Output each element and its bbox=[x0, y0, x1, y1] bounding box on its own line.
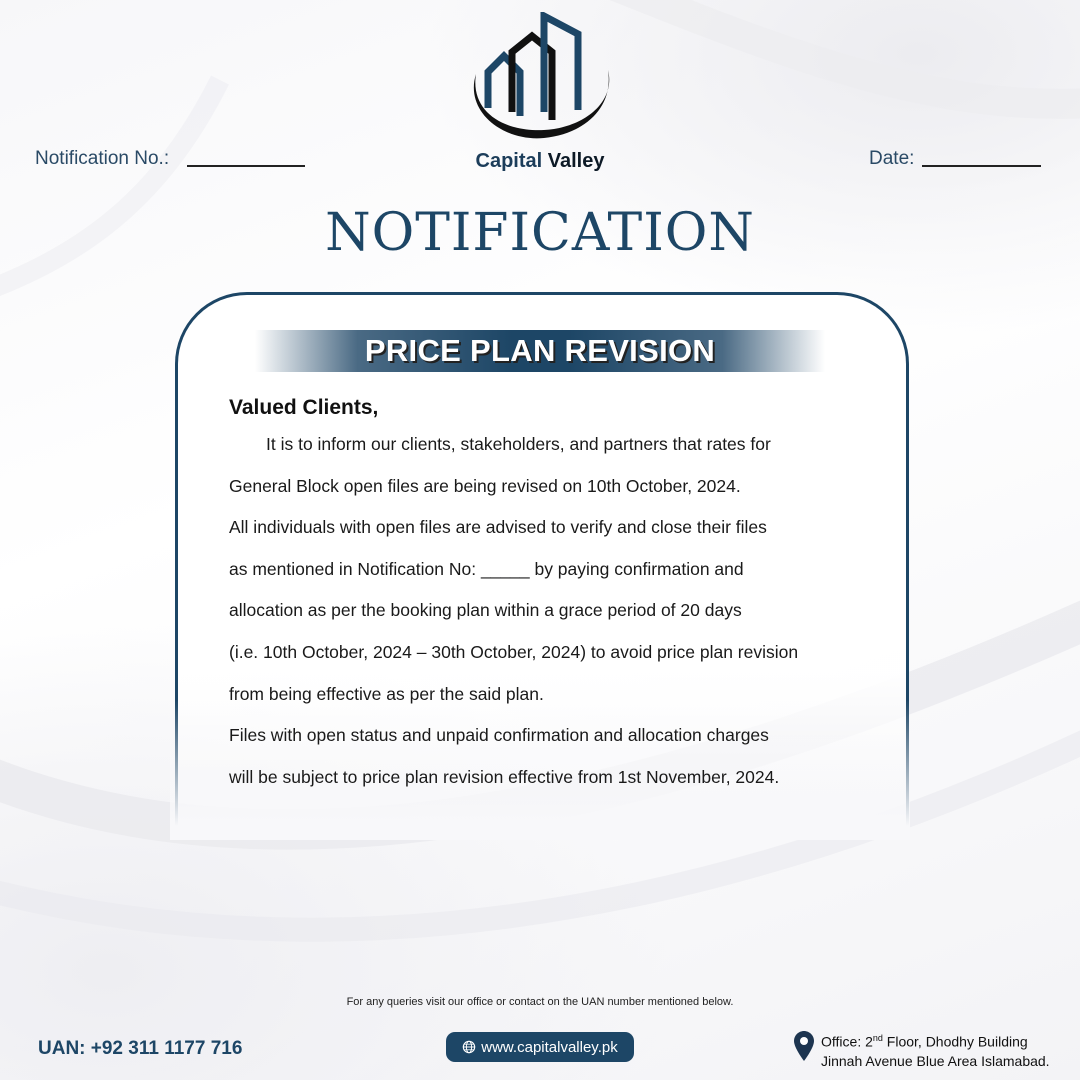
capital-valley-logo bbox=[473, 12, 610, 139]
office-line-2: Jinnah Avenue Blue Area Islamabad. bbox=[821, 1052, 1050, 1069]
greeting: Valued Clients, bbox=[229, 396, 379, 419]
website-text: www.capitalvalley.pk bbox=[481, 1038, 618, 1056]
body-line-7: from being effective as per the said pla… bbox=[229, 684, 544, 704]
website-link[interactable]: www.capitalvalley.pk bbox=[446, 1032, 634, 1062]
globe-icon bbox=[463, 1040, 476, 1054]
brand-name: Capital Valley bbox=[475, 150, 605, 172]
office-address: Office: 2nd Floor, Dhodhy Building Jinna… bbox=[821, 1029, 1050, 1071]
body-line-1: It is to inform our clients, stakeholder… bbox=[266, 434, 771, 454]
notification-no-line bbox=[187, 165, 305, 167]
body-line-8: Files with open status and unpaid confir… bbox=[229, 725, 769, 745]
body-line-3: All individuals with open files are advi… bbox=[229, 517, 767, 537]
body-line-6: (i.e. 10th October, 2024 – 30th October,… bbox=[229, 642, 799, 662]
body-line-2: General Block open files are being revis… bbox=[229, 476, 741, 496]
page-title: NOTIFICATION bbox=[325, 203, 755, 263]
office-line-1: Office: 2nd Floor, Dhodhy Building bbox=[821, 1033, 1028, 1050]
uan-number: UAN: +92 311 1177 716 bbox=[38, 1038, 243, 1059]
date-label: Date: bbox=[869, 148, 915, 169]
location-pin-icon bbox=[794, 1031, 814, 1061]
footer-note: For any queries visit our office or cont… bbox=[346, 996, 734, 1008]
banner-title: PRICE PLAN REVISION bbox=[364, 333, 716, 368]
date-line bbox=[922, 165, 1041, 167]
body-line-9: will be subject to price plan revision e… bbox=[229, 767, 780, 787]
body-line-4: as mentioned in Notification No: _____ b… bbox=[229, 559, 744, 579]
body-line-5: allocation as per the booking plan withi… bbox=[229, 600, 742, 620]
notification-no-label: Notification No.: bbox=[35, 148, 170, 169]
